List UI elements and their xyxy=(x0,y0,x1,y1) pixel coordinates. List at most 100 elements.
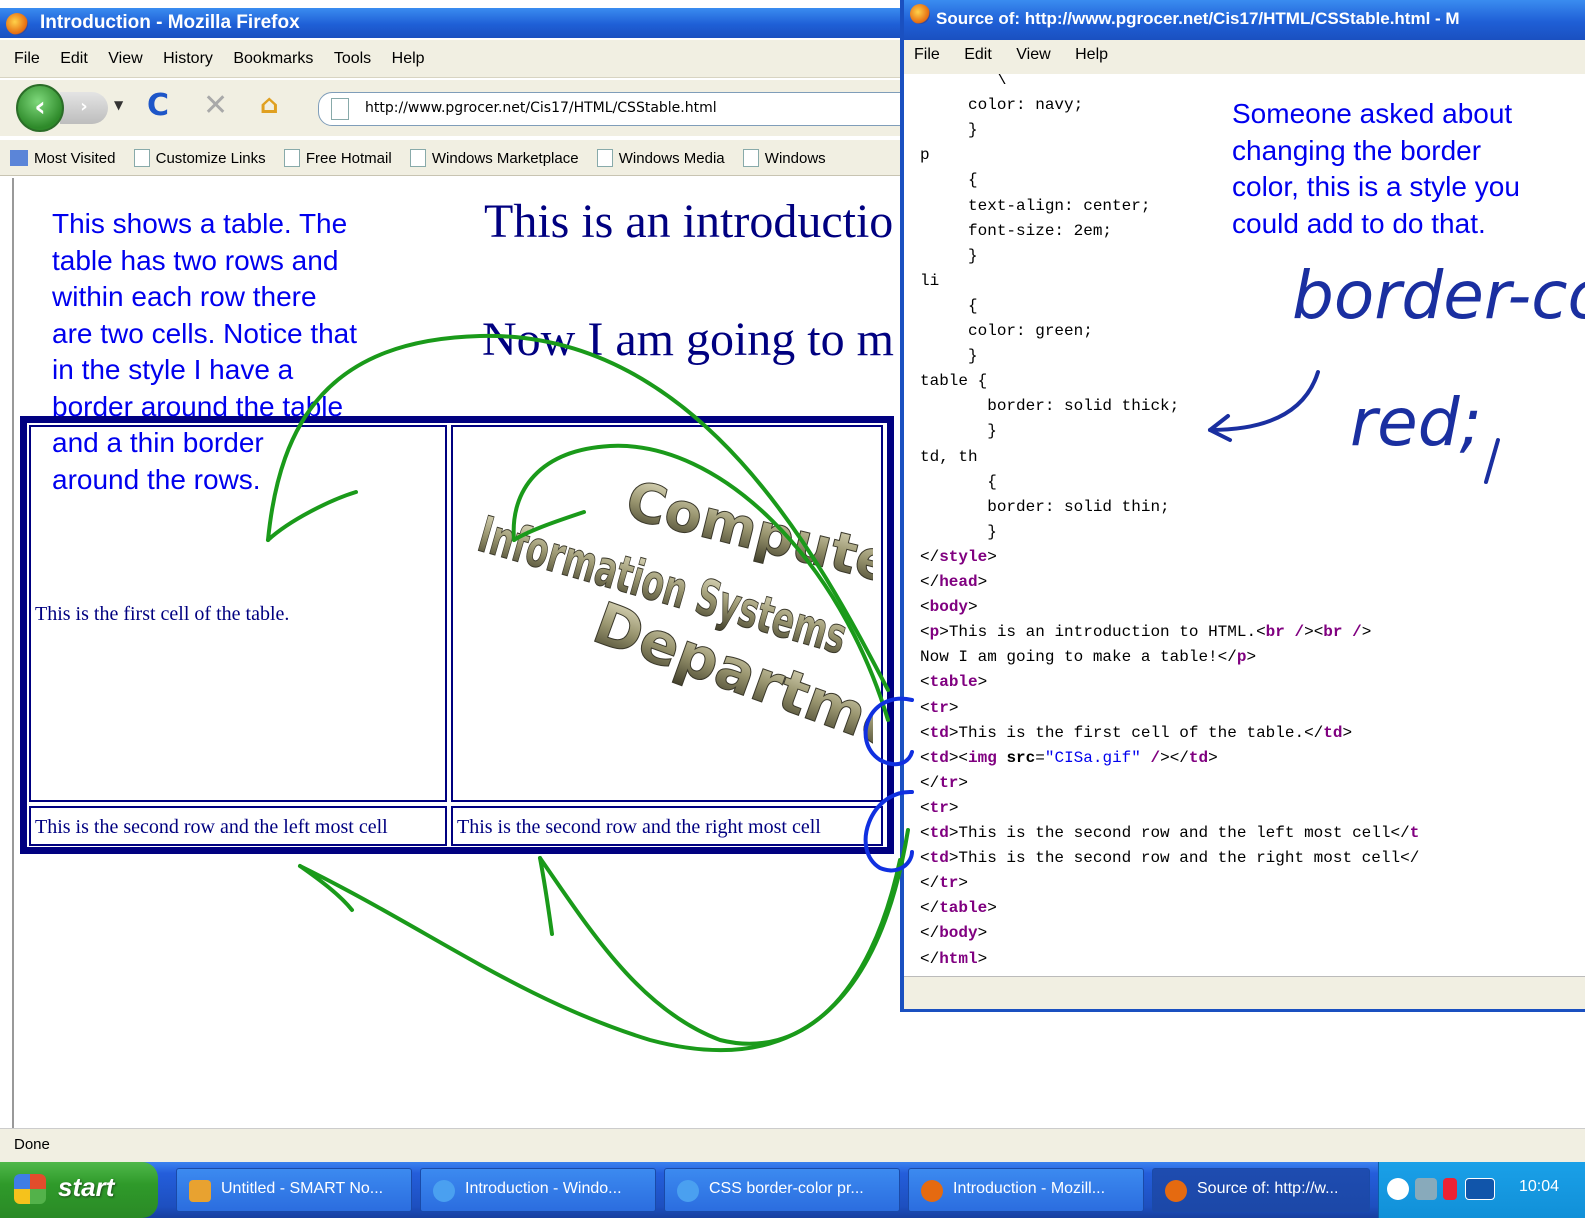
source-code-line: border: solid thin; xyxy=(920,497,1170,516)
code-text: < xyxy=(920,798,930,817)
bookmarks-toolbar: Most Visited Customize Links Free Hotmai… xyxy=(0,140,910,176)
code-tag-name: br xyxy=(1265,623,1285,642)
firefox-menu-bar: File Edit View History Bookmarks Tools H… xyxy=(0,40,910,78)
source-code-line: <p>This is an introduction to HTML.<br /… xyxy=(920,620,1371,645)
second-row-right-text: This is the second row and the right mos… xyxy=(457,816,821,838)
network-icon[interactable] xyxy=(1415,1178,1437,1200)
history-dropdown-icon[interactable]: ▼ xyxy=(114,98,123,112)
bookmark-windows-media[interactable]: Windows Media xyxy=(591,140,733,167)
source-code-line: td, th xyxy=(920,447,978,466)
internet-explorer-icon xyxy=(677,1180,699,1202)
annotation-line: could add to do that. xyxy=(1232,207,1486,239)
annotation-line: around the rows. xyxy=(52,463,261,495)
source-code-line: } xyxy=(920,522,997,541)
code-tag-name: tr xyxy=(939,874,959,893)
code-tag-name: style xyxy=(939,547,988,566)
tray-vb-icon[interactable] xyxy=(1465,1178,1495,1200)
bookmark-label: Windows xyxy=(764,150,826,167)
annotation-line: changing the border xyxy=(1232,134,1482,166)
source-menu-edit[interactable]: Edit xyxy=(954,40,1002,64)
menu-bookmarks[interactable]: Bookmarks xyxy=(225,40,321,68)
taskbar-smart-notebook[interactable]: Untitled - SMART No... xyxy=(176,1168,412,1212)
stop-icon[interactable]: ✕ xyxy=(203,88,228,123)
code-text: > xyxy=(987,547,997,566)
source-code-line: \ xyxy=(920,74,1007,89)
source-title-bar: Source of: http://www.pgrocer.net/Cis17/… xyxy=(904,0,1585,40)
page-icon xyxy=(742,149,759,167)
firefox-logo-icon xyxy=(1165,1180,1187,1202)
annotation-line: color, this is a style you xyxy=(1232,171,1520,202)
menu-history[interactable]: History xyxy=(155,40,221,68)
menu-help[interactable]: Help xyxy=(384,40,433,68)
code-text: > xyxy=(1342,723,1353,742)
source-code-line: <td><img src="CISa.gif" /></td> xyxy=(920,746,1218,771)
start-label: start xyxy=(58,1172,115,1202)
taskbar-label: Introduction - Windo... xyxy=(465,1180,622,1197)
source-code-line: } xyxy=(920,347,978,366)
taskbar-label: Untitled - SMART No... xyxy=(221,1180,384,1197)
bookmark-label: Customize Links xyxy=(155,150,266,167)
page-icon xyxy=(409,149,426,167)
most-visited-icon xyxy=(10,150,28,166)
tray-app-icon[interactable] xyxy=(1443,1178,1457,1200)
menu-view[interactable]: View xyxy=(100,40,150,68)
page-icon xyxy=(133,149,150,167)
annotation-line: in the style I have a xyxy=(52,354,294,385)
source-code-line: </tr> xyxy=(920,771,968,796)
taskbar-label: CSS border-color pr... xyxy=(709,1180,864,1197)
taskbar-source-window[interactable]: Source of: http://w... xyxy=(1152,1168,1370,1212)
source-code-line: </tr> xyxy=(920,871,968,896)
menu-file[interactable]: File xyxy=(0,40,48,68)
address-bar[interactable]: http://www.pgrocer.net/Cis17/HTML/CSStab… xyxy=(318,92,918,126)
reload-icon[interactable]: C xyxy=(147,88,169,123)
start-button[interactable]: start xyxy=(0,1162,158,1218)
page-icon xyxy=(283,149,300,167)
source-menu-help[interactable]: Help xyxy=(1065,40,1118,64)
back-button[interactable]: ‹ xyxy=(16,84,64,132)
source-code-line: Now I am going to make a table!</p> xyxy=(920,645,1256,670)
code-text: </ xyxy=(920,773,940,792)
source-code-line: <table> xyxy=(920,670,987,695)
firefox-title-bar: Introduction - Mozilla Firefox xyxy=(0,8,910,38)
taskbar-ie-introduction[interactable]: Introduction - Windo... xyxy=(420,1168,656,1212)
source-menu-file[interactable]: File xyxy=(904,40,950,64)
bookmark-label: Windows Marketplace xyxy=(431,150,579,167)
code-tag-name: tr xyxy=(929,698,949,717)
bookmark-most-visited[interactable]: Most Visited xyxy=(0,141,123,167)
code-text: > xyxy=(968,598,978,617)
code-text: < xyxy=(920,623,930,642)
source-code-line: border: solid thick; xyxy=(920,397,1180,416)
bookmark-free-hotmail[interactable]: Free Hotmail xyxy=(278,140,400,167)
menu-tools[interactable]: Tools xyxy=(326,40,379,68)
code-text: </ xyxy=(920,573,940,591)
forward-button[interactable]: › xyxy=(60,92,108,124)
menu-edit[interactable]: Edit xyxy=(52,40,96,68)
home-icon[interactable]: ⌂ xyxy=(260,90,279,120)
taskbar-firefox-introduction[interactable]: Introduction - Mozill... xyxy=(908,1168,1144,1212)
system-tray: 10:04 xyxy=(1378,1162,1585,1218)
source-menu-view[interactable]: View xyxy=(1006,40,1060,64)
tray-arrow-icon[interactable] xyxy=(1387,1178,1409,1200)
firefox-logo-icon xyxy=(6,13,28,35)
taskbar-css-border-color[interactable]: CSS border-color pr... xyxy=(664,1168,900,1212)
bookmark-windows-marketplace[interactable]: Windows Marketplace xyxy=(404,140,587,167)
table-cell-second-row-right: This is the second row and the right mos… xyxy=(451,806,883,846)
bookmark-windows[interactable]: Windows xyxy=(737,140,834,167)
firefox-window-title: Introduction - Mozilla Firefox xyxy=(40,12,300,33)
code-text: >This is the second row and the right mo… xyxy=(948,849,1420,868)
code-tag-name: td xyxy=(929,723,949,742)
code-text: </ xyxy=(920,949,940,968)
code-tag-name: / xyxy=(1352,623,1362,642)
navigation-toolbar: › ‹ ▼ C ✕ ⌂ http://www.pgrocer.net/Cis17… xyxy=(0,80,918,136)
bookmark-customize-links[interactable]: Customize Links xyxy=(128,140,274,167)
code-tag-name: table xyxy=(929,673,978,692)
left-annotation: This shows a table. The table has two ro… xyxy=(52,206,357,498)
source-code-line: p xyxy=(920,146,930,165)
code-text: < xyxy=(920,824,930,842)
code-tag-name: td xyxy=(929,748,949,767)
source-code-line: <td>This is the first cell of the table.… xyxy=(920,721,1352,746)
code-text: src xyxy=(1006,748,1036,767)
firefox-logo-icon xyxy=(910,4,930,24)
code-text: </ xyxy=(920,924,940,943)
status-bar: Done xyxy=(0,1128,1585,1162)
